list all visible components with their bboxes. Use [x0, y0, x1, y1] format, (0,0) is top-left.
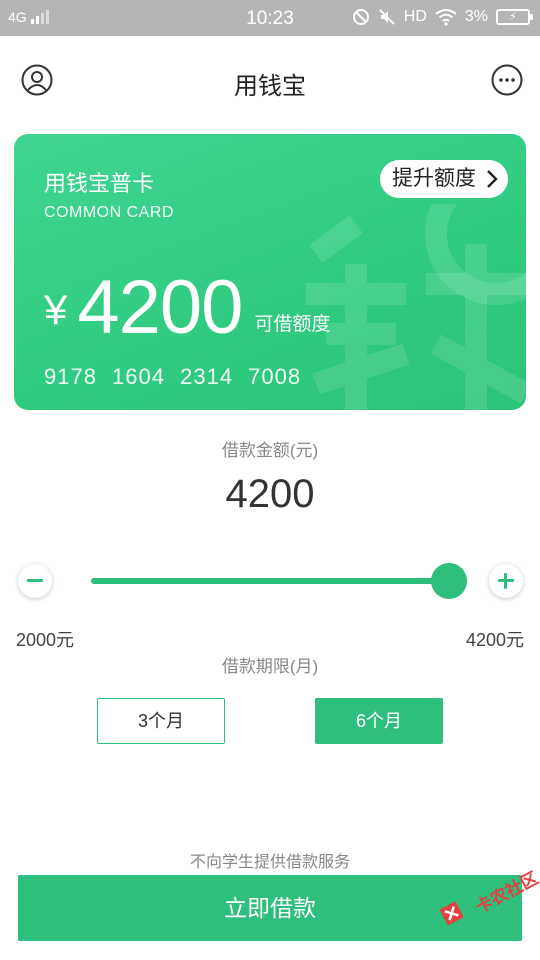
hd-label: HD	[403, 8, 427, 25]
chevron-right-icon	[487, 170, 498, 188]
money-watermark-icon	[306, 204, 526, 410]
app-header: 用钱宝	[0, 36, 540, 126]
min-amount-label: 2000元	[16, 630, 75, 650]
battery-percent: 3%	[464, 8, 488, 25]
wifi-icon	[435, 9, 457, 26]
card-subtitle: COMMON CARD	[44, 204, 174, 221]
term-6-months-button[interactable]: 6个月	[315, 698, 443, 744]
status-right: HD 3% ⚡	[352, 8, 533, 26]
card-title: 用钱宝普卡	[44, 171, 155, 196]
credit-card: 用钱宝普卡 COMMON CARD 提升额度 ¥ 4200 可借额度 9178 …	[14, 134, 526, 410]
mute-icon	[379, 9, 395, 25]
upgrade-limit-button[interactable]: 提升额度	[380, 160, 508, 198]
page-title: 用钱宝	[234, 73, 306, 100]
decrease-amount-button[interactable]	[18, 564, 52, 598]
amount-slider[interactable]	[91, 563, 467, 599]
loan-amount-label: 借款金额(元)	[221, 441, 319, 460]
dnd-icon	[352, 9, 369, 25]
increase-amount-button[interactable]	[489, 564, 523, 598]
loan-term-label: 借款期限(月)	[221, 657, 319, 676]
credit-amount-label: 可借额度	[254, 314, 331, 335]
more-icon[interactable]	[491, 64, 523, 96]
card-number: 9178 1604 2314 7008	[44, 364, 302, 389]
student-notice: 不向学生提供借款服务	[189, 854, 350, 871]
slider-fill	[91, 578, 449, 584]
slider-thumb[interactable]	[431, 563, 467, 599]
max-amount-label: 4200元	[465, 630, 524, 650]
upgrade-limit-label: 提升额度	[392, 167, 476, 190]
term-3-months-button[interactable]: 3个月	[97, 698, 225, 744]
battery-icon: ⚡	[496, 9, 533, 25]
loan-amount-value: 4200	[225, 472, 315, 516]
credit-amount: 4200	[77, 265, 243, 350]
currency-symbol: ¥	[44, 286, 68, 333]
credit-amount-row: ¥ 4200 可借额度	[44, 270, 330, 346]
status-bar: 4G 10:23 HD 3% ⚡	[0, 0, 540, 36]
